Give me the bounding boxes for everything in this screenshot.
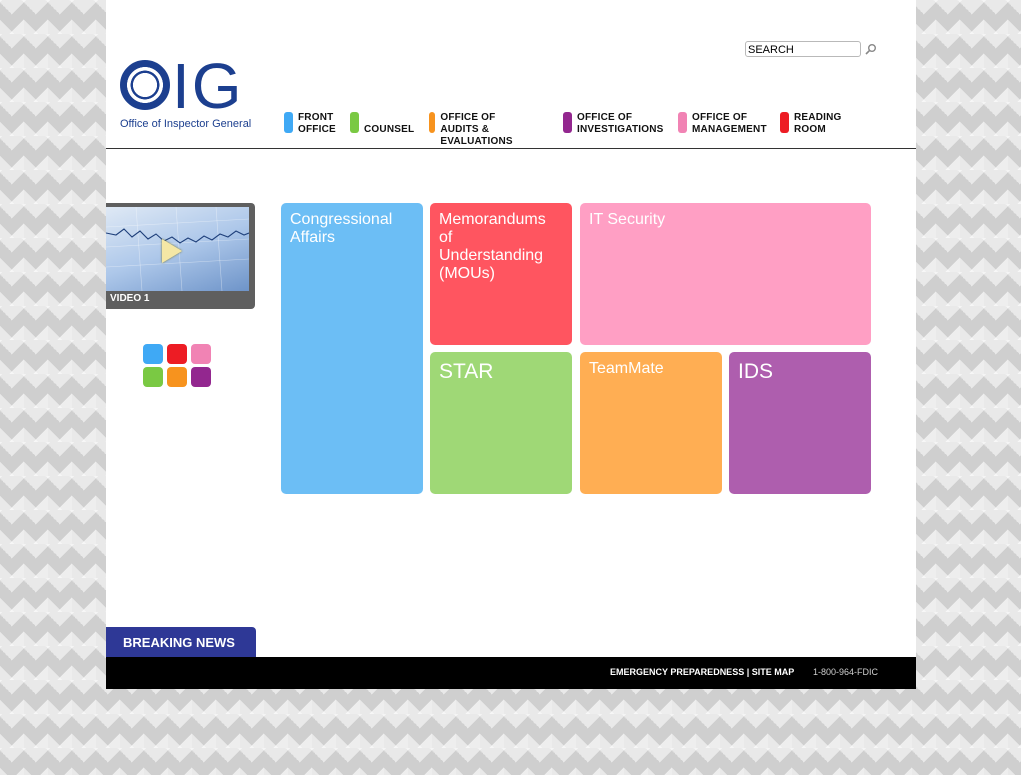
- tile-label: IDS: [738, 360, 774, 383]
- tile-congressional-affairs[interactable]: Congressional Affairs: [281, 203, 423, 494]
- nav-label: OFFICE OF MANAGEMENT: [692, 112, 767, 135]
- tile-it-security[interactable]: IT Security: [580, 203, 871, 345]
- tile-star[interactable]: STAR: [430, 352, 572, 494]
- breaking-news-tab[interactable]: BREAKING NEWS: [106, 627, 256, 657]
- oig-logo[interactable]: IG Office of Inspector General: [120, 50, 260, 134]
- tile-mous[interactable]: Memorandums of Understanding (MOUs): [430, 203, 572, 345]
- tile-label: TeamMate: [589, 360, 664, 377]
- video-widget[interactable]: VIDEO 1: [106, 203, 255, 309]
- site-map-link[interactable]: SITE MAP: [752, 667, 795, 677]
- nav-swatch: [780, 112, 789, 133]
- nav-swatch: [429, 112, 436, 133]
- page: IG Office of Inspector General SEARCH FR…: [106, 0, 916, 689]
- nav-label: FRONT OFFICE: [298, 112, 336, 135]
- video-thumbnail[interactable]: [106, 207, 249, 291]
- emergency-preparedness-link[interactable]: EMERGENCY PREPAREDNESS: [610, 667, 744, 677]
- nav-label: COUNSEL: [364, 124, 415, 135]
- logo-subtitle: Office of Inspector General: [120, 118, 252, 130]
- swatch-orange[interactable]: [167, 367, 187, 387]
- swatch-pink[interactable]: [191, 344, 211, 364]
- footer-phone: 1-800-964-FDIC: [813, 667, 879, 677]
- footer: EMERGENCY PREPAREDNESS | SITE MAP 1-800-…: [106, 657, 916, 689]
- swatch-purple[interactable]: [191, 367, 211, 387]
- video-label: VIDEO 1: [110, 293, 150, 304]
- swatch-red[interactable]: [167, 344, 187, 364]
- header-divider: [106, 148, 916, 149]
- nav-label: OFFICE OF AUDITS & EVALUATIONS: [440, 112, 513, 147]
- nav-swatch: [284, 112, 293, 133]
- nav-reading-room[interactable]: READING ROOM: [780, 112, 842, 138]
- color-swatch-grid: [143, 344, 211, 388]
- nav-swatch: [563, 112, 572, 133]
- tile-label: Memorandums of Understanding (MOUs): [439, 211, 546, 282]
- nav-label: OFFICE OF INVESTIGATIONS: [577, 112, 664, 135]
- logo-text: IG: [172, 50, 244, 122]
- nav-management[interactable]: OFFICE OF MANAGEMENT: [678, 112, 767, 138]
- swatch-blue[interactable]: [143, 344, 163, 364]
- nav-counsel[interactable]: COUNSEL: [350, 112, 414, 138]
- nav-swatch: [350, 112, 359, 133]
- tile-label: Congressional Affairs: [290, 211, 393, 246]
- footer-links: EMERGENCY PREPAREDNESS | SITE MAP: [610, 667, 794, 677]
- swatch-green[interactable]: [143, 367, 163, 387]
- tile-label: STAR: [439, 360, 494, 383]
- nav-investigations[interactable]: OFFICE OF INVESTIGATIONS: [563, 112, 664, 138]
- nav-label: READING ROOM: [794, 112, 842, 135]
- nav-front-office[interactable]: FRONT OFFICE: [284, 112, 336, 138]
- search-icon[interactable]: [865, 43, 877, 55]
- seal-icon: [120, 60, 170, 110]
- nav-audits-evaluations[interactable]: OFFICE OF AUDITS & EVALUATIONS: [429, 112, 515, 147]
- tile-ids[interactable]: IDS: [729, 352, 871, 494]
- play-icon[interactable]: [162, 239, 182, 263]
- tile-teammate[interactable]: TeamMate: [580, 352, 722, 494]
- nav-swatch: [678, 112, 687, 133]
- footer-separator: |: [744, 667, 752, 677]
- tile-label: IT Security: [589, 211, 666, 228]
- search-input[interactable]: SEARCH: [745, 41, 861, 57]
